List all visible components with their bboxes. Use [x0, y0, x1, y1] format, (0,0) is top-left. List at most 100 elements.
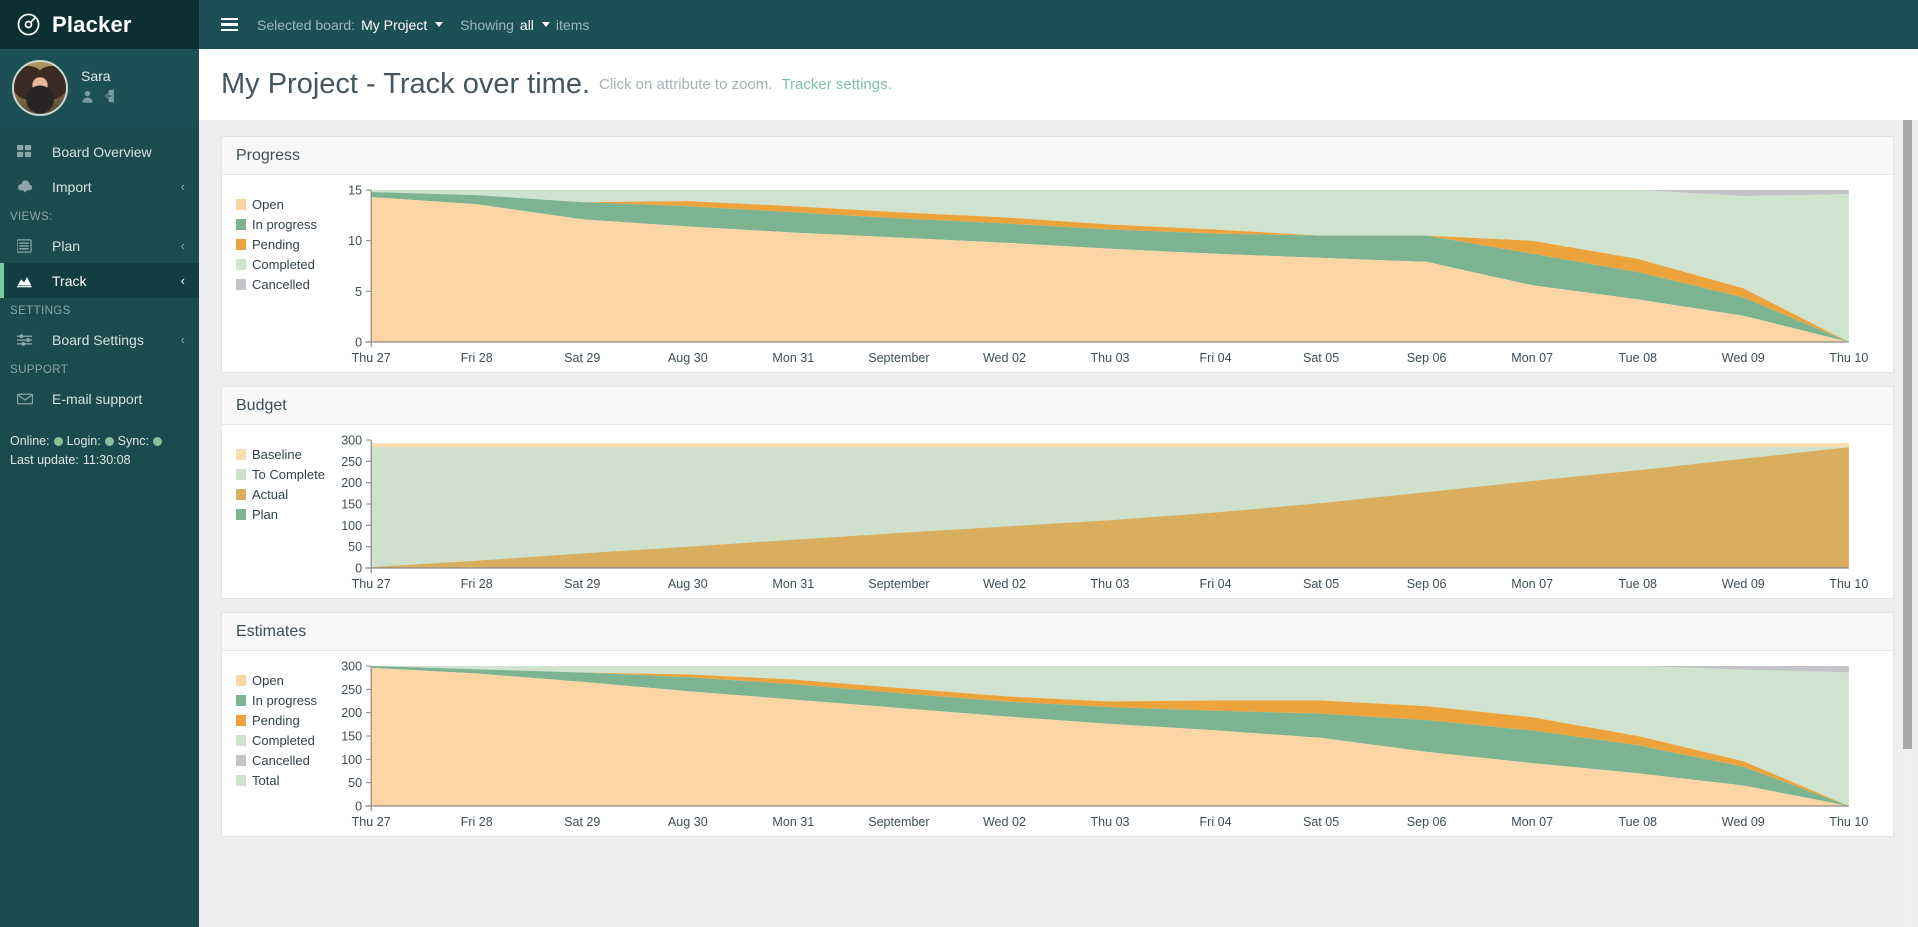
y-tick-label: 250 — [341, 455, 362, 469]
profile-block: Sara — [0, 49, 199, 127]
app-root: Placker Sara — [0, 0, 1918, 927]
legend-label: Plan — [252, 507, 278, 522]
legend-swatch — [236, 715, 246, 726]
panel-title: Budget — [236, 397, 287, 415]
vertical-scrollbar[interactable] — [1903, 120, 1912, 927]
legend-label: Open — [252, 673, 284, 688]
chart-progress[interactable]: 051015Thu 27Fri 28Sat 29Aug 30Mon 31Sept… — [327, 184, 1893, 368]
x-tick-label: September — [868, 351, 929, 365]
scrollbar-thumb[interactable] — [1903, 120, 1912, 749]
y-tick-label: 15 — [348, 184, 362, 197]
legend-item[interactable]: Completed — [236, 730, 327, 750]
tracker-settings-link[interactable]: Tracker settings. — [781, 76, 891, 93]
x-tick-label: Wed 09 — [1722, 815, 1765, 829]
profile-actions — [81, 89, 118, 108]
chart-svg: 050100150200250300Thu 27Fri 28Sat 29Aug … — [327, 434, 1893, 594]
sidebar-item-board-overview[interactable]: Board Overview — [0, 134, 199, 169]
sidebar: Placker Sara — [0, 0, 199, 927]
sidebar-item-board-settings[interactable]: Board Settings ‹ — [0, 322, 199, 357]
profile-name: Sara — [81, 68, 118, 84]
legend-swatch — [236, 489, 246, 500]
panel-budget: Budget BaselineTo CompleteActualPlan 050… — [221, 386, 1894, 599]
legend-swatch — [236, 775, 246, 786]
legend-item[interactable]: In progress — [236, 214, 327, 234]
sidebar-item-label: Board Overview — [52, 144, 169, 160]
chart-estimates[interactable]: 050100150200250300Thu 27Fri 28Sat 29Aug … — [327, 660, 1893, 832]
chevron-left-icon: ‹ — [181, 239, 185, 252]
legend-item[interactable]: In progress — [236, 690, 327, 710]
legend-item[interactable]: Cancelled — [236, 750, 327, 770]
legend-item[interactable]: Cancelled — [236, 274, 327, 294]
legend-swatch — [236, 239, 246, 250]
compass-icon — [17, 13, 40, 36]
user-icon[interactable] — [81, 90, 94, 108]
x-tick-label: Sep 06 — [1407, 815, 1447, 829]
legend-item[interactable]: Open — [236, 194, 327, 214]
x-tick-label: Sat 29 — [564, 815, 600, 829]
main-area: Selected board: My Project Showing all i… — [199, 0, 1918, 927]
x-tick-label: Mon 31 — [772, 815, 814, 829]
y-tick-label: 50 — [348, 776, 362, 790]
sidebar-item-import[interactable]: Import ‹ — [0, 169, 199, 204]
x-tick-label: Sep 06 — [1407, 351, 1447, 365]
y-tick-label: 250 — [341, 683, 362, 697]
avatar[interactable] — [12, 60, 68, 116]
legend-item[interactable]: Total — [236, 770, 327, 790]
legend-item[interactable]: Actual — [236, 484, 327, 504]
profile-meta: Sara — [81, 68, 118, 108]
legend-estimates: Open In progressPendingCompletedCancelled… — [222, 660, 327, 832]
legend-label: Completed — [252, 257, 315, 272]
online-label: Online: — [10, 432, 50, 451]
sidebar-item-email-support[interactable]: E-mail support — [0, 381, 199, 416]
panel-estimates: Estimates Open In progressPendingComplete… — [221, 612, 1894, 837]
legend-item[interactable]: Plan — [236, 504, 327, 524]
x-tick-label: Mon 31 — [772, 351, 814, 365]
y-tick-label: 200 — [341, 476, 362, 490]
legend-item[interactable]: Baseline — [236, 444, 327, 464]
selected-board-value[interactable]: My Project — [361, 17, 427, 33]
legend-budget: BaselineTo Complete Actual Plan — [222, 434, 327, 594]
x-tick-label: Thu 27 — [352, 577, 391, 591]
sliders-icon — [17, 333, 36, 347]
x-tick-label: Sat 29 — [564, 351, 600, 365]
y-tick-label: 10 — [348, 234, 362, 248]
panel-body: Open In progressPendingCompletedCancelled… — [222, 651, 1893, 836]
brand[interactable]: Placker — [0, 0, 199, 49]
legend-swatch — [236, 675, 246, 686]
legend-item[interactable]: Pending — [236, 234, 327, 254]
legend-item[interactable]: Pending — [236, 710, 327, 730]
y-tick-label: 200 — [341, 706, 362, 720]
legend-item[interactable]: To Complete — [236, 464, 327, 484]
sidebar-item-plan[interactable]: Plan ‹ — [0, 228, 199, 263]
legend-item[interactable]: Completed — [236, 254, 327, 274]
x-tick-label: Tue 08 — [1618, 351, 1657, 365]
sidebar-item-track[interactable]: Track ‹ — [0, 263, 199, 298]
connection-status: Online: Login: Sync: — [10, 432, 199, 451]
hamburger-icon[interactable] — [219, 14, 240, 36]
x-tick-label: Thu 10 — [1829, 351, 1868, 365]
sync-status-dot — [153, 437, 162, 446]
legend-label: Actual — [252, 487, 288, 502]
selected-board-label: Selected board: — [257, 17, 355, 33]
grid-icon — [17, 144, 36, 159]
showing-value[interactable]: all — [520, 17, 534, 33]
y-tick-label: 300 — [341, 660, 362, 673]
chevron-left-icon: ‹ — [181, 333, 185, 346]
legend-item[interactable]: Open — [236, 670, 327, 690]
last-update-label: Last update: — [10, 451, 79, 470]
charts-scroll-container[interactable]: Progress OpenIn progressPendingCompleted… — [199, 120, 1918, 927]
x-tick-label: Sep 06 — [1407, 577, 1447, 591]
legend-swatch — [236, 259, 246, 270]
chart-budget[interactable]: 050100150200250300Thu 27Fri 28Sat 29Aug … — [327, 434, 1893, 594]
legend-swatch — [236, 279, 246, 290]
panel-title: Estimates — [236, 623, 306, 641]
chevron-down-icon[interactable] — [542, 22, 550, 27]
showing-group: Showing all items — [460, 17, 589, 33]
legend-label: Open — [252, 197, 284, 212]
sidebar-section-support: SUPPORT — [0, 357, 199, 381]
chevron-down-icon[interactable] — [435, 22, 443, 27]
sidebar-item-label: Board Settings — [52, 332, 165, 348]
logout-icon[interactable] — [103, 89, 118, 108]
y-tick-label: 0 — [355, 800, 362, 814]
legend-label: In progress — [252, 217, 317, 232]
